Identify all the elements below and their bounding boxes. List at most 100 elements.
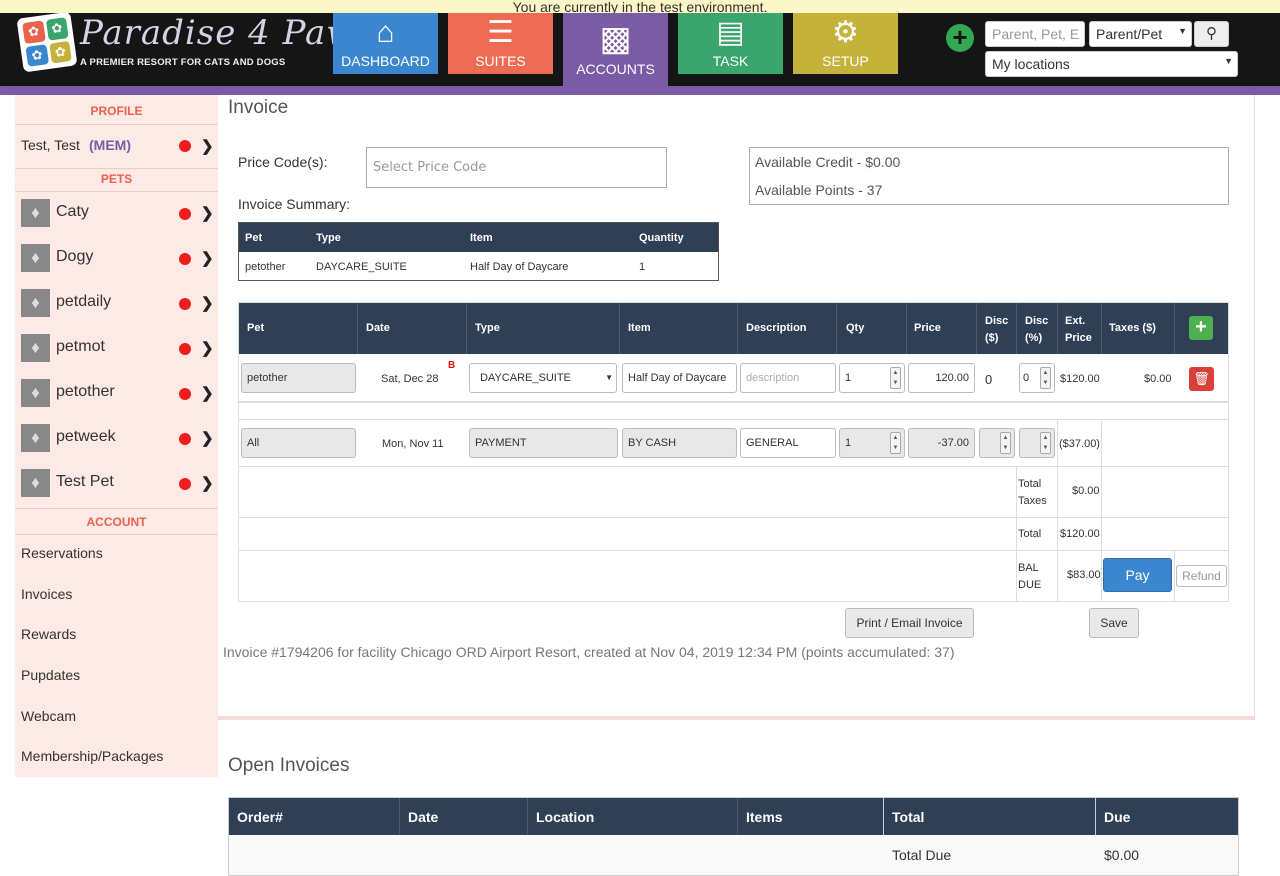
sidebar-pet-item[interactable]: ♦ Caty ❯ — [21, 198, 214, 228]
member-name: Test, Test — [21, 137, 80, 153]
col-location: Location — [536, 809, 595, 825]
col-price: Price — [914, 322, 941, 334]
location-select[interactable]: My locations ▼ — [985, 51, 1238, 77]
print-email-invoice-button[interactable]: Print / Email Invoice — [845, 608, 974, 638]
add-line-button[interactable]: + — [1189, 316, 1213, 340]
line-qty-field: 1 ▲ ▼ — [839, 428, 905, 458]
col-pet: Pet — [247, 322, 265, 334]
chevron-right-icon: ❯ — [201, 385, 214, 402]
divider — [1174, 551, 1175, 602]
sidebar-link-pupdates[interactable]: Pupdates — [21, 667, 80, 683]
summary-cell: DAYCARE_SUITE — [316, 261, 407, 273]
line-item-field[interactable]: Half Day of Daycare — [622, 363, 737, 393]
sidebar-link-invoices[interactable]: Invoices — [21, 586, 72, 602]
test-environment-banner: You are currently in the test environmen… — [0, 0, 1280, 13]
nav-suites-label: SUITES — [475, 53, 526, 69]
line-flag-badge: B — [448, 360, 456, 371]
price-code-select[interactable]: Select Price Code — [366, 147, 667, 188]
line-ext-price: $120.00 — [1060, 373, 1100, 385]
brand-logo[interactable]: ✿ ✿ ✿ ✿ Paradise 4 Paws A PREMIER RESORT F… — [16, 11, 374, 73]
divider — [1057, 303, 1058, 354]
sidebar-pet-item[interactable]: ♦ petweek ❯ — [21, 423, 214, 453]
add-new-icon[interactable]: + — [946, 24, 974, 52]
table-row: petother DAYCARE_SUITE Half Day of Dayca… — [239, 252, 718, 280]
invoice-title: Invoice — [228, 97, 289, 118]
refund-button[interactable]: Refund — [1176, 565, 1227, 587]
pet-name: Caty — [56, 203, 89, 220]
summary-col-quantity: Quantity — [639, 232, 684, 244]
invoice-summary-table: Pet Type Item Quantity petother DAYCARE_… — [238, 222, 719, 281]
delete-line-button[interactable]: 🗑 — [1189, 367, 1214, 391]
invoice-lines-table: Pet Date Type Item Description Qty Price… — [238, 302, 1229, 602]
sidebar-member[interactable]: Test, Test (MEM) ❯ — [21, 132, 214, 162]
sidebar-pet-item[interactable]: ♦ Test Pet ❯ — [21, 468, 214, 498]
status-dot-icon — [179, 388, 191, 400]
search-type-select[interactable]: Parent/Pet ▼ — [1089, 21, 1192, 47]
line-disc-percent-field[interactable]: 0 ▲ ▼ — [1019, 363, 1055, 393]
line-disc-percent-value: 0 — [1023, 372, 1030, 384]
dog-icon: ♦ — [21, 334, 50, 362]
brand-tagline: A PREMIER RESORT FOR CATS AND DOGS — [80, 57, 286, 68]
line-description-field[interactable]: description — [740, 363, 836, 393]
total-label: Total — [1018, 528, 1042, 540]
total-taxes-row: Total Taxes $0.00 — [239, 467, 1228, 518]
stepper-icon[interactable]: ▲ ▼ — [890, 367, 901, 389]
col-items: Items — [746, 809, 783, 825]
brand-name: Paradise 4 Paws — [80, 13, 375, 53]
line-description-field[interactable]: GENERAL — [740, 428, 836, 458]
line-pet-field[interactable]: petother — [241, 363, 356, 393]
stepper-icon[interactable]: ▲ ▼ — [1040, 367, 1051, 389]
col-ext-price: Ext. Price — [1065, 315, 1092, 344]
line-type-field: PAYMENT — [469, 428, 618, 458]
line-price-field[interactable]: 120.00 — [908, 363, 975, 393]
member-tag: (MEM) — [89, 137, 131, 153]
trash-icon: 🗑 — [1193, 371, 1210, 386]
line-price-field: -37.00 — [908, 428, 975, 458]
status-dot-icon — [179, 253, 191, 265]
total-value: $120.00 — [1060, 528, 1100, 540]
pay-button[interactable]: Pay — [1103, 558, 1172, 592]
status-dot-icon — [179, 433, 191, 445]
sidebar-link-webcam[interactable]: Webcam — [21, 708, 76, 724]
clipboard-icon: ▤ — [716, 16, 745, 49]
sidebar-pet-item[interactable]: ♦ petdaily ❯ — [21, 288, 214, 318]
nav-task[interactable]: ▤ TASK — [678, 13, 783, 74]
line-qty-field[interactable]: 1 ▲ ▼ — [839, 363, 905, 393]
summary-cell: petother — [245, 261, 286, 273]
line-date[interactable]: Sat, Dec 28 — [381, 373, 438, 385]
summary-col-item: Item — [470, 232, 493, 244]
dog-icon: ♦ — [21, 379, 50, 407]
divider — [976, 303, 977, 354]
search-button[interactable]: ⚲ — [1194, 21, 1229, 47]
sidebar-link-membership[interactable]: Membership/Packages — [21, 748, 163, 764]
line-type-select[interactable]: DAYCARE_SUITE ▼ — [469, 363, 617, 393]
line-type-value: DAYCARE_SUITE — [480, 372, 571, 384]
line-pet-field[interactable]: All — [241, 428, 356, 458]
line-ext-price: ($37.00) — [1059, 438, 1100, 450]
nav-setup[interactable]: ⚙ SETUP — [793, 13, 898, 74]
line-disc-percent-field: ▲ ▼ — [1019, 428, 1055, 458]
summary-cell: 1 — [639, 261, 646, 273]
invoice-footer-note: Invoice #1794206 for facility Chicago OR… — [223, 644, 955, 660]
available-points: Available Points - 37 — [755, 182, 883, 198]
pet-name: petdaily — [56, 293, 112, 310]
divider — [1101, 420, 1102, 602]
search-type-value: Parent/Pet — [1096, 26, 1163, 42]
cat-icon: ♦ — [21, 199, 50, 227]
search-input[interactable]: Parent, Pet, E — [985, 21, 1085, 47]
line-disc-amount[interactable]: 0 — [985, 372, 992, 387]
sidebar-pet-item[interactable]: ♦ petother ❯ — [21, 378, 214, 408]
sidebar-link-reservations[interactable]: Reservations — [21, 545, 103, 561]
divider — [357, 303, 358, 354]
spacer-row — [239, 404, 1228, 420]
sidebar-pet-item[interactable]: ♦ Dogy ❯ — [21, 243, 214, 273]
save-button[interactable]: Save — [1089, 608, 1139, 638]
line-taxes: $0.00 — [1144, 373, 1172, 385]
col-date: Date — [366, 322, 390, 334]
col-disc-amount: Disc ($) — [985, 315, 1009, 344]
nav-accounts[interactable]: ▩ ACCOUNTS — [563, 13, 668, 95]
nav-suites[interactable]: ☰ SUITES — [448, 13, 553, 74]
sidebar-link-rewards[interactable]: Rewards — [21, 626, 76, 642]
nav-dashboard[interactable]: ⌂ DASHBOARD — [333, 13, 438, 74]
sidebar-pet-item[interactable]: ♦ petmot ❯ — [21, 333, 214, 363]
